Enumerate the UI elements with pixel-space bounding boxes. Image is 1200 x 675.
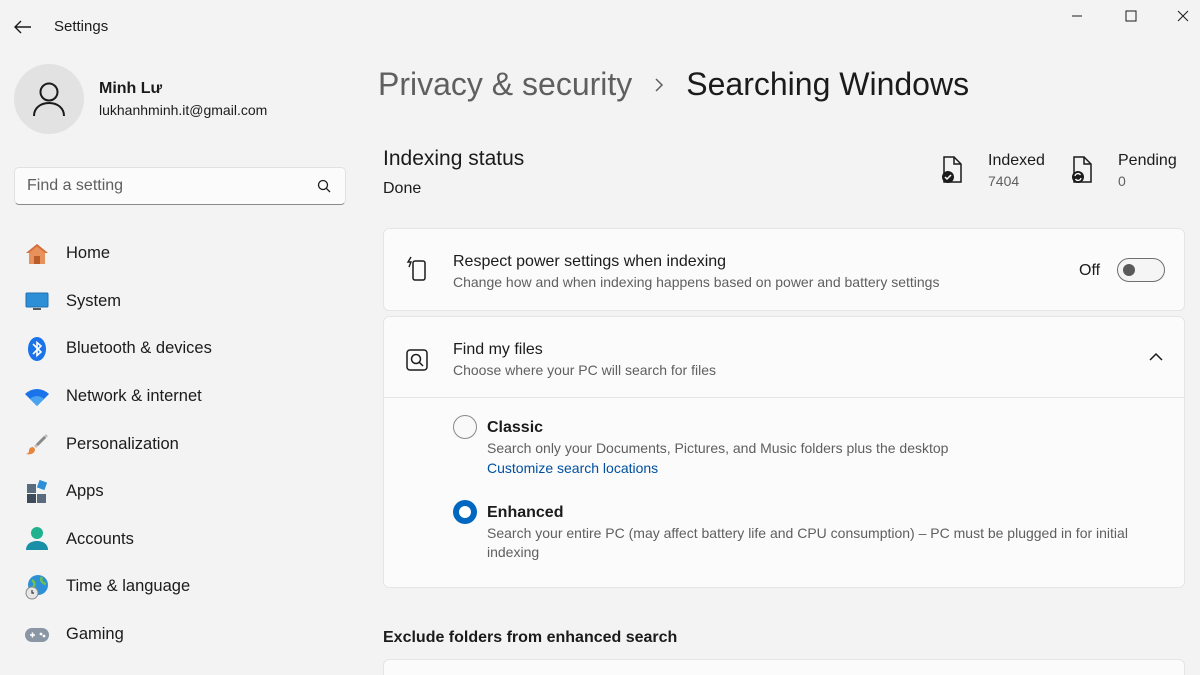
sidebar-item-gaming[interactable]: Gaming [14, 611, 346, 659]
user-email: lukhanhminh.it@gmail.com [99, 102, 268, 118]
gamepad-icon [24, 622, 50, 648]
document-sync-icon [1072, 156, 1092, 183]
system-icon [24, 288, 50, 314]
customize-search-locations-link[interactable]: Customize search locations [487, 460, 658, 476]
user-name: Minh Lư [99, 80, 163, 97]
chevron-right-icon [654, 77, 664, 93]
document-check-icon [942, 156, 962, 183]
card-divider [384, 397, 1184, 398]
sidebar-item-label: Bluetooth & devices [66, 339, 212, 358]
search-icon[interactable] [317, 179, 331, 193]
indexing-status-value: Done [383, 180, 422, 197]
sidebar-item-apps[interactable]: Apps [14, 468, 346, 516]
toggle-knob [1123, 264, 1135, 276]
back-button[interactable] [10, 14, 36, 40]
breadcrumb: Privacy & security Searching Windows [378, 66, 969, 103]
title-bar: Settings [0, 0, 1200, 52]
search-box [14, 167, 346, 205]
user-profile[interactable]: Minh Lư lukhanhminh.it@gmail.com [14, 64, 267, 134]
classic-radio[interactable] [453, 415, 477, 439]
classic-option-description: Search only your Documents, Pictures, an… [487, 440, 949, 456]
exclude-folders-heading: Exclude folders from enhanced search [383, 629, 678, 646]
minimize-icon [1072, 15, 1082, 17]
pending-label: Pending [1118, 152, 1177, 169]
breadcrumb-parent-link[interactable]: Privacy & security [378, 66, 632, 103]
sidebar-item-network[interactable]: Network & internet [14, 373, 346, 421]
sidebar-item-label: Accounts [66, 529, 134, 548]
chevron-up-icon[interactable] [1146, 347, 1166, 367]
maximize-icon [1125, 10, 1137, 22]
find-my-files-title: Find my files [453, 341, 543, 358]
enhanced-option-title: Enhanced [487, 504, 564, 521]
toggle-state-label: Off [1079, 262, 1101, 279]
find-my-files-card: Find my files Choose where your PC will … [383, 316, 1185, 588]
minimize-button[interactable] [1054, 0, 1100, 32]
sidebar-item-label: Personalization [66, 434, 179, 453]
brush-icon [24, 431, 50, 457]
sidebar-nav: Home System Bluetooth & devices Network … [14, 230, 346, 658]
close-button[interactable] [1160, 0, 1200, 32]
exclude-folders-card[interactable] [383, 659, 1185, 675]
sidebar-item-label: Gaming [66, 625, 124, 644]
indexed-count: 7404 [988, 173, 1020, 189]
back-arrow-icon [14, 20, 31, 34]
maximize-button[interactable] [1108, 0, 1154, 32]
app-title: Settings [54, 18, 109, 35]
globe-clock-icon [24, 574, 50, 600]
phone-charge-icon [406, 256, 426, 281]
search-input[interactable] [15, 168, 305, 204]
accounts-icon [24, 526, 50, 552]
home-icon [24, 241, 50, 267]
page-title: Searching Windows [686, 66, 970, 102]
indexing-status-title: Indexing status [383, 147, 525, 170]
indexed-stat: Indexed 7404 [940, 152, 1045, 189]
sidebar-item-time-language[interactable]: Time & language [14, 563, 346, 611]
power-settings-title: Respect power settings when indexing [453, 253, 727, 270]
sidebar-item-label: Time & language [66, 577, 191, 596]
search-window-icon [406, 349, 428, 371]
power-settings-description: Change how and when indexing happens bas… [453, 274, 940, 290]
enhanced-radio[interactable] [453, 500, 477, 524]
sidebar-item-accounts[interactable]: Accounts [14, 516, 346, 564]
classic-option-title: Classic [487, 419, 544, 436]
sidebar-item-label: System [66, 291, 122, 310]
sidebar-item-label: Home [66, 244, 111, 263]
enhanced-option-description: Search your entire PC (may affect batter… [487, 525, 1128, 560]
sidebar-item-label: Network & internet [66, 387, 202, 406]
sidebar-item-personalization[interactable]: Personalization [14, 420, 346, 468]
power-settings-card: Respect power settings when indexing Cha… [383, 228, 1185, 311]
close-icon [1177, 10, 1189, 22]
person-icon [33, 82, 65, 117]
indexed-label: Indexed [988, 152, 1045, 169]
sidebar-item-home[interactable]: Home [14, 230, 346, 278]
sidebar-item-label: Apps [66, 482, 104, 501]
pending-stat: Pending 0 [1070, 152, 1177, 189]
wifi-icon [24, 384, 50, 410]
pending-count: 0 [1118, 173, 1126, 189]
apps-icon [24, 479, 50, 505]
find-my-files-description: Choose where your PC will search for fil… [453, 362, 716, 378]
power-settings-toggle[interactable] [1117, 258, 1165, 282]
bluetooth-icon [24, 336, 50, 362]
sidebar-item-bluetooth[interactable]: Bluetooth & devices [14, 325, 346, 373]
avatar [14, 64, 84, 134]
sidebar-item-system[interactable]: System [14, 278, 346, 326]
